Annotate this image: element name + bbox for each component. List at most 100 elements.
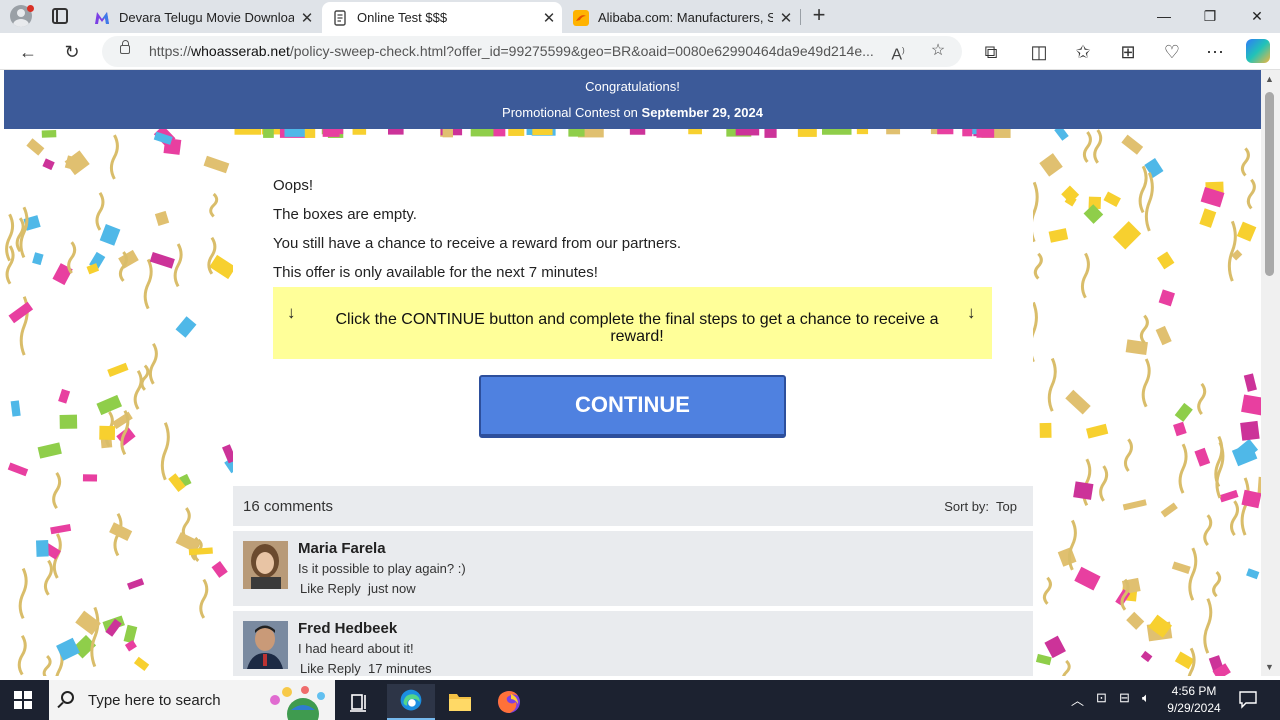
comment-author[interactable]: Maria Farela: [298, 540, 386, 557]
confetti-piece: [133, 370, 143, 410]
sort-control[interactable]: Sort by: Top: [944, 499, 1017, 514]
alibaba-icon: [573, 9, 589, 26]
confetti-piece: [1048, 228, 1069, 243]
confetti-piece: [1158, 289, 1175, 307]
confetti-piece: [35, 540, 49, 557]
confetti-piece: [1173, 421, 1187, 437]
confetti-piece: [1203, 514, 1213, 547]
address-bar[interactable]: https://whoasserab.net/policy-sweep-chec…: [102, 36, 962, 67]
refresh-icon[interactable]: ↻: [59, 39, 85, 65]
confetti-piece: [1039, 422, 1052, 438]
comment-time: 17 minutes: [367, 661, 432, 676]
comment-text: Is it possible to play again? :): [298, 561, 466, 576]
like-link[interactable]: Like: [300, 661, 324, 676]
comment-meta: Like Reply just now: [300, 581, 416, 596]
file-explorer-icon[interactable]: [436, 684, 484, 720]
confetti-piece: [1139, 314, 1149, 344]
message-oops: Oops!: [273, 177, 314, 194]
task-view-icon[interactable]: [336, 684, 384, 720]
search-highlight-illustration-icon: [270, 686, 325, 720]
congrats-text: Congratulations!: [585, 79, 680, 94]
confetti-piece: [508, 128, 525, 136]
confetti-piece: [1035, 653, 1052, 666]
confetti-piece: [1243, 373, 1257, 392]
url-path: /policy-sweep-check.html?offer_id=992755…: [289, 43, 874, 59]
confetti-piece: [1099, 465, 1109, 502]
confetti-piece: [58, 388, 71, 404]
close-tab-icon[interactable]: ✕: [536, 9, 562, 27]
new-tab-plus-icon[interactable]: +: [808, 4, 830, 28]
confetti-piece: [149, 251, 175, 269]
collections-icon[interactable]: ⊞: [1115, 39, 1141, 65]
confetti-piece: [148, 342, 158, 385]
confetti-piece: [1188, 547, 1198, 601]
comment-meta: Like Reply 17 minutes: [300, 661, 432, 676]
page-viewport: Congratulations! Promotional Contest on …: [4, 70, 1261, 676]
taskbar-search-box[interactable]: Type here to search: [49, 680, 335, 720]
url-text[interactable]: https://whoasserab.net/policy-sweep-chec…: [149, 43, 879, 59]
confetti-piece: [37, 442, 62, 459]
meet-now-icon[interactable]: ⊡: [1096, 690, 1107, 706]
favorites-icon[interactable]: ✩: [1070, 39, 1096, 65]
lock-icon[interactable]: [120, 40, 130, 54]
close-tab-icon[interactable]: ✕: [773, 9, 799, 27]
restore-icon[interactable]: ❐: [1187, 4, 1233, 28]
contest-label: Promotional Contest on: [502, 105, 638, 120]
confetti-piece: [1057, 547, 1077, 567]
tab-devara[interactable]: Devara Telugu Movie Download M ✕: [84, 2, 320, 33]
copilot-icon[interactable]: [1246, 39, 1270, 63]
scroll-down-arrow-icon[interactable]: ▼: [1265, 662, 1274, 672]
confetti-piece: [175, 316, 197, 338]
sort-value[interactable]: Top: [996, 499, 1017, 514]
down-arrow-icon: ↓: [967, 303, 976, 322]
confetti-piece: [10, 400, 21, 417]
down-arrow-icon: ↓: [287, 303, 296, 322]
search-icon: [61, 691, 74, 704]
like-link[interactable]: Like: [300, 581, 324, 596]
confetti-piece: [1138, 165, 1148, 214]
reply-link[interactable]: Reply: [327, 661, 360, 676]
reply-link[interactable]: Reply: [327, 581, 360, 596]
confetti-piece: [1039, 153, 1063, 177]
extensions-icon[interactable]: ⧉: [978, 39, 1004, 65]
close-tab-icon[interactable]: ✕: [294, 9, 320, 27]
sort-label: Sort by:: [944, 499, 990, 514]
scroll-up-arrow-icon[interactable]: ▲: [1265, 74, 1274, 84]
edge-browser-icon[interactable]: [387, 684, 435, 720]
confetti-piece: [42, 654, 52, 676]
confetti-piece: [1044, 635, 1066, 659]
read-aloud-icon[interactable]: A): [886, 39, 910, 63]
page-scrollbar[interactable]: ▲ ▼: [1261, 70, 1280, 676]
network-icon[interactable]: ⊟: [1119, 690, 1130, 706]
tab-online-test[interactable]: Online Test $$$ ✕: [322, 2, 562, 33]
confetti-piece: [1194, 447, 1211, 467]
windows-start-icon[interactable]: [14, 691, 32, 709]
confetti-piece: [1160, 502, 1178, 518]
confetti-piece: [133, 656, 150, 671]
tab-actions-icon[interactable]: [52, 8, 68, 24]
show-hidden-icons-icon[interactable]: ︿: [1071, 690, 1084, 709]
more-menu-icon[interactable]: ⋯: [1202, 39, 1228, 65]
tab-alibaba[interactable]: Alibaba.com: Manufacturers, Sup ✕: [563, 2, 799, 33]
split-screen-icon[interactable]: ◫: [1026, 39, 1052, 65]
close-window-icon[interactable]: ✕: [1234, 4, 1280, 28]
browser-essentials-icon[interactable]: ♡: [1159, 39, 1185, 65]
notifications-icon[interactable]: [1238, 689, 1258, 709]
confetti-piece: [1093, 129, 1103, 164]
scrollbar-thumb[interactable]: [1265, 92, 1274, 276]
avatar: [243, 621, 288, 669]
message-timer: This offer is only available for the nex…: [273, 264, 598, 281]
system-clock[interactable]: 4:56 PM 9/29/2024: [1158, 683, 1230, 717]
favorite-star-icon[interactable]: ☆: [926, 39, 950, 63]
confetti-piece: [118, 249, 139, 269]
firefox-icon[interactable]: [485, 684, 533, 720]
comment-author[interactable]: Fred Hedbeek: [298, 620, 397, 637]
confetti-piece: [209, 254, 236, 280]
confetti-piece: [82, 474, 98, 482]
volume-icon[interactable]: 🔈︎: [1142, 690, 1150, 706]
continue-button[interactable]: CONTINUE: [479, 375, 786, 438]
confetti-piece: [1141, 358, 1151, 408]
back-arrow-icon[interactable]: ←: [15, 39, 41, 65]
minimize-icon[interactable]: —: [1141, 4, 1187, 28]
confetti-piece: [568, 128, 585, 137]
